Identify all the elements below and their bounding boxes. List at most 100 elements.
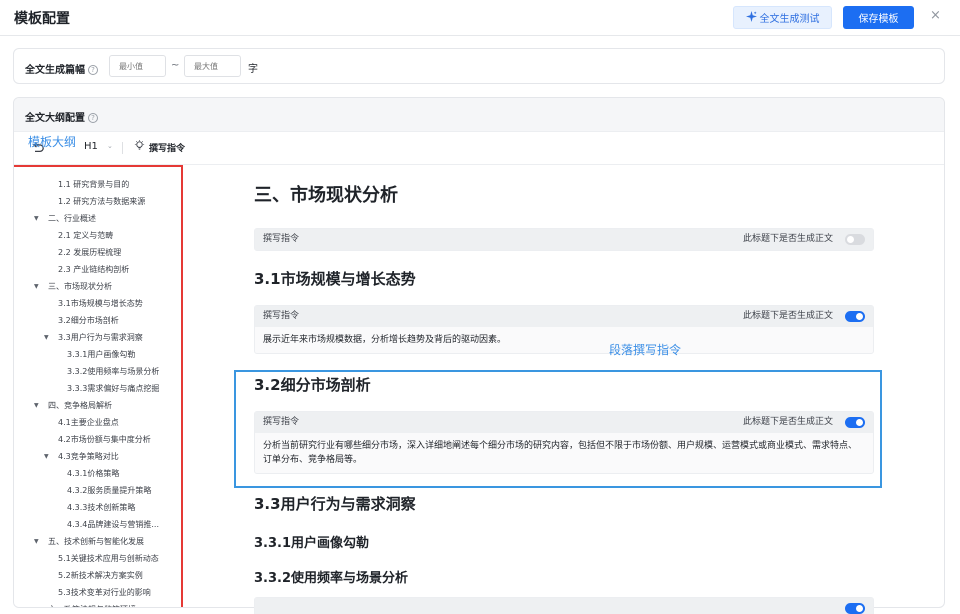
full-text-test-label: 全文生成测试: [759, 14, 820, 25]
outline-tree-item-label: 2.1 定义与范畴: [58, 231, 114, 240]
outline-tree-item[interactable]: 1.1 研究背景与目的: [14, 176, 181, 193]
expand-arrow-icon[interactable]: ▼: [34, 210, 39, 227]
outline-tree-item-label: 3.2细分市场剖析: [58, 316, 119, 325]
outline-tree-item-label: 4.3.4品牌建设与营销推...: [67, 520, 159, 529]
outline-tree-item[interactable]: 3.1市场规模与增长态势: [14, 295, 181, 312]
outline-tree-item-label: 六、政策法规与监管环境: [48, 601, 136, 607]
expand-arrow-icon[interactable]: ▼: [44, 329, 49, 346]
command-text[interactable]: 展示近年来市场规模数据，分析增长趋势及背后的驱动因素。: [255, 327, 873, 353]
outline-tree-item[interactable]: 4.3.1价格策略: [14, 465, 181, 482]
outline-tree-item[interactable]: ▼ 二、行业概述: [14, 210, 181, 227]
outline-tree-item[interactable]: 5.2新技术解决方案实例: [14, 567, 181, 584]
outline-tree-item[interactable]: ▼ 三、市场现状分析: [14, 278, 181, 295]
outline-tree-item[interactable]: 3.3.2使用频率与场景分析: [14, 363, 181, 380]
section-3-command-block: 撰写指令 此标题下是否生成正文: [254, 228, 874, 251]
outline-tree-item-label: 二、行业概述: [48, 214, 96, 223]
outline-tree-item[interactable]: ▼ 四、竞争格局解析: [14, 397, 181, 414]
outline-tree-item[interactable]: 3.3.3需求偏好与痛点挖掘: [14, 380, 181, 397]
section-3-3-1-heading[interactable]: 3.3.1用户画像勾勒: [254, 532, 369, 551]
command-label: 撰写指令: [263, 234, 300, 244]
section-3-1-heading[interactable]: 3.1市场规模与增长态势: [254, 268, 416, 289]
outline-tree-item[interactable]: ▼ 六、政策法规与监管环境: [14, 601, 181, 607]
write-command-label: 撰写指令: [149, 143, 186, 154]
command-label: 撰写指令: [263, 311, 300, 321]
section-3-3-2-heading[interactable]: 3.3.2使用频率与场景分析: [254, 567, 408, 586]
expand-arrow-icon[interactable]: ▼: [34, 601, 39, 607]
outline-tree-item-label: 2.3 产业链结构剖析: [58, 265, 130, 274]
outline-tree-item-label: 5.3技术变革对行业的影响: [58, 588, 151, 597]
outline-tree-item-label: 4.3竞争策略对比: [58, 452, 119, 461]
save-template-button[interactable]: 保存模板: [843, 6, 914, 29]
template-outline-annotation: 模板大纲: [28, 135, 77, 149]
outline-tree-item[interactable]: 4.3.3技术创新策略: [14, 499, 181, 516]
outline-tree-item[interactable]: 2.2 发展历程梳理: [14, 244, 181, 261]
chevron-down-icon[interactable]: ⌄: [107, 142, 113, 150]
outline-tree-item[interactable]: 5.3技术变革对行业的影响: [14, 584, 181, 601]
expand-arrow-icon[interactable]: ▼: [34, 533, 39, 550]
outline-tree-item[interactable]: 4.3.4品牌建设与营销推...: [14, 516, 181, 533]
outline-tree-item[interactable]: 1.2 研究方法与数据来源: [14, 193, 181, 210]
outline-tree-item-label: 4.2市场份额与集中度分析: [58, 435, 151, 444]
outline-tree-item-label: 3.1市场规模与增长态势: [58, 299, 143, 308]
expand-arrow-icon[interactable]: ▼: [44, 448, 49, 465]
outline-tree-item-label: 1.2 研究方法与数据来源: [58, 197, 146, 206]
outline-tree-item[interactable]: ▼ 五、技术创新与智能化发展: [14, 533, 181, 550]
command-bar: 撰写指令 此标题下是否生成正文: [255, 229, 873, 250]
length-label: 全文生成篇幅?: [25, 61, 98, 76]
outline-tree-item[interactable]: 2.1 定义与范畴: [14, 227, 181, 244]
outline-tree-item-label: 3.3.2使用频率与场景分析: [67, 367, 160, 376]
full-text-test-button[interactable]: 全文生成测试: [733, 6, 832, 29]
generate-body-toggle[interactable]: [845, 234, 865, 245]
generate-body-toggle[interactable]: [845, 311, 865, 322]
outline-tree-item-label: 1.1 研究背景与目的: [58, 180, 130, 189]
max-length-input[interactable]: [184, 55, 241, 77]
outline-tree-item-label: 5.2新技术解决方案实例: [58, 571, 143, 580]
outline-tree-item[interactable]: 2.3 产业链结构剖析: [14, 261, 181, 278]
heading-level-select[interactable]: H1: [84, 141, 98, 152]
outline-tree-item[interactable]: 3.3.1用户画像勾勒: [14, 346, 181, 363]
paragraph-command-annotation: 段落撰写指令: [609, 343, 682, 357]
close-icon[interactable]: ×: [930, 8, 941, 23]
outline-tree-item[interactable]: 5.1关键技术应用与创新动态: [14, 550, 181, 567]
outline-tree-item-label: 3.3.1用户画像勾勒: [67, 350, 136, 359]
outline-tree-item-label: 4.3.3技术创新策略: [67, 503, 136, 512]
outline-tree-item[interactable]: 4.3.2服务质量提升策略: [14, 482, 181, 499]
min-length-input[interactable]: [109, 55, 166, 77]
help-icon[interactable]: ?: [88, 113, 98, 123]
highlight-frame: [234, 370, 882, 488]
outline-tree-sidebar: 1.1 研究背景与目的 1.2 研究方法与数据来源 ▼ 二、行业概述 2.1 定义与范畴…: [14, 165, 183, 607]
outline-tree-item-label: 2.2 发展历程梳理: [58, 248, 122, 257]
outline-tree-item-label: 五、技术创新与智能化发展: [48, 537, 144, 546]
expand-arrow-icon[interactable]: ▼: [34, 397, 39, 414]
section-3-3-heading[interactable]: 3.3用户行为与需求洞察: [254, 493, 416, 514]
length-unit: 字: [248, 64, 258, 75]
outline-label: 全文大纲配置?: [25, 109, 98, 124]
outline-tree-item-label: 4.3.1价格策略: [67, 469, 120, 478]
outline-tree-item[interactable]: ▼ 4.3竞争策略对比: [14, 448, 181, 465]
generate-body-toggle[interactable]: [845, 603, 865, 614]
command-bar: 撰写指令 此标题下是否生成正文: [255, 306, 873, 327]
outline-tree-item-label: 5.1关键技术应用与创新动态: [58, 554, 159, 563]
length-config-card: 全文生成篇幅? ~ 字: [13, 48, 945, 84]
outline-tree-item-label: 4.3.2服务质量提升策略: [67, 486, 152, 495]
outline-tree-item[interactable]: ▼ 3.3用户行为与需求洞察: [14, 329, 181, 346]
outline-tree-item-label: 四、竞争格局解析: [48, 401, 112, 410]
lightbulb-icon: [134, 140, 145, 154]
expand-arrow-icon[interactable]: ▼: [34, 278, 39, 295]
sparkle-icon: [745, 10, 757, 25]
outline-tree-item-label: 4.1主要企业盘点: [58, 418, 119, 427]
help-icon[interactable]: ?: [88, 65, 98, 75]
outline-tree-item[interactable]: 3.2细分市场剖析: [14, 312, 181, 329]
write-command-button[interactable]: 撰写指令: [134, 140, 185, 154]
outline-tree-item[interactable]: 4.2市场份额与集中度分析: [14, 431, 181, 448]
generate-body-label: 此标题下是否生成正文: [742, 311, 833, 321]
outline-toolbar: 模板大纲 H1 ⌄ 撰写指令: [14, 132, 944, 165]
generate-body-label: 此标题下是否生成正文: [742, 234, 833, 244]
section-3-heading[interactable]: 三、市场现状分析: [254, 181, 398, 207]
page-title: 模板配置: [14, 11, 70, 27]
outline-tree-item[interactable]: 4.1主要企业盘点: [14, 414, 181, 431]
toolbar-divider: [122, 142, 123, 154]
outline-tree: 1.1 研究背景与目的 1.2 研究方法与数据来源 ▼ 二、行业概述 2.1 定义与范畴…: [14, 176, 181, 607]
outline-tree-item-label: 3.3.3需求偏好与痛点挖掘: [67, 384, 160, 393]
section-3-3-2-command-block: [254, 597, 874, 614]
